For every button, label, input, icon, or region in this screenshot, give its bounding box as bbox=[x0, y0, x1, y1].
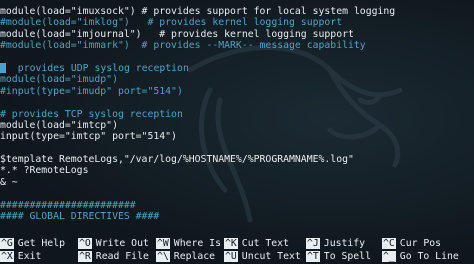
editor-line[interactable]: #input(type="imudp" port="514") bbox=[0, 86, 474, 97]
shortcut-key: ^X bbox=[0, 251, 14, 262]
editor-line[interactable]: module(load="imjournal") # provides kern… bbox=[0, 29, 474, 40]
editor-line[interactable] bbox=[0, 188, 474, 199]
shortcut-key: ^U bbox=[224, 251, 238, 262]
editor-line-text: # provides TCP syslog reception bbox=[0, 108, 183, 120]
shortcut-key: ^G bbox=[0, 238, 14, 249]
editor-line[interactable] bbox=[0, 143, 474, 154]
shortcut-label: Uncut Text bbox=[241, 251, 301, 262]
shortcut-to-spell[interactable]: ^T To Spell bbox=[306, 251, 371, 263]
editor-line[interactable] bbox=[0, 97, 474, 108]
shortcut-replace[interactable]: ^\ Replace bbox=[156, 251, 215, 263]
shortcut-key: ^O bbox=[78, 238, 92, 249]
shortcut-label: Cut Text bbox=[241, 238, 289, 249]
editor-line[interactable]: provides UDP syslog reception bbox=[0, 62, 474, 74]
text-editor[interactable]: module(load="imuxsock") # provides suppo… bbox=[0, 6, 474, 222]
shortcut-exit[interactable]: ^X Exit bbox=[0, 251, 41, 263]
shortcut-key: ^W bbox=[156, 238, 170, 249]
editor-line-text: module(load="imuxsock") # provides suppo… bbox=[0, 6, 396, 17]
shortcut-where-is[interactable]: ^W Where Is bbox=[156, 238, 221, 250]
editor-line-text: & ~ bbox=[0, 176, 18, 188]
editor-line-text: ####################### bbox=[0, 199, 136, 211]
editor-line-text: #module(load="imklog") # provides kernel… bbox=[0, 17, 343, 29]
editor-line-text: #### GLOBAL DIRECTIVES #### bbox=[0, 211, 160, 223]
shortcut-key: ^R bbox=[78, 251, 92, 262]
editor-line-text: module(load="imtcp") bbox=[0, 119, 118, 131]
shortcut-get-help[interactable]: ^G Get Help bbox=[0, 238, 65, 250]
shortcut-label: Cur Pos bbox=[399, 238, 442, 249]
editor-line[interactable]: module(load="imtcp") bbox=[0, 120, 474, 131]
editor-line[interactable]: #### GLOBAL DIRECTIVES #### bbox=[0, 211, 474, 222]
shortcut-key: ^K bbox=[224, 238, 238, 249]
editor-line[interactable]: $template RemoteLogs,"/var/log/%HOSTNAME… bbox=[0, 154, 474, 165]
editor-line-text: *.* ?RemoteLogs bbox=[0, 165, 89, 177]
shortcut-label: Justify bbox=[323, 238, 366, 249]
editor-line-text: input(type="imtcp" port="514") bbox=[0, 131, 177, 143]
editor-line-text: module(load="imjournal") # provides kern… bbox=[0, 28, 354, 40]
shortcut-cut-text[interactable]: ^K Cut Text bbox=[224, 238, 289, 250]
editor-line[interactable] bbox=[0, 52, 474, 63]
editor-line-text: #module(load="immark") # provides --MARK… bbox=[0, 40, 366, 52]
shortcut-key: ^J bbox=[306, 238, 320, 249]
shortcut-label: Where Is bbox=[173, 238, 221, 249]
editor-line[interactable]: *.* ?RemoteLogs bbox=[0, 165, 474, 176]
editor-line[interactable]: ####################### bbox=[0, 200, 474, 211]
editor-line[interactable]: module(load="imudp") bbox=[0, 74, 474, 85]
shortcut-label: Get Help bbox=[17, 238, 65, 249]
editor-line-text: provides UDP syslog reception bbox=[6, 62, 189, 74]
shortcut-cur-pos[interactable]: ^C Cur Pos bbox=[382, 238, 441, 250]
shortcut-bar: ^G Get Help ^O Write Out ^W Where Is ^K Cut Tex… bbox=[0, 238, 474, 264]
shortcut-row-1: ^G Get Help ^O Write Out ^W Where Is ^K Cut Tex… bbox=[0, 238, 474, 250]
shortcut-go-to-line[interactable]: ^_ Go To Line bbox=[382, 251, 459, 263]
shortcut-label: To Spell bbox=[323, 251, 371, 262]
editor-line-text: #input(type="imudp" port="514") bbox=[0, 85, 183, 97]
shortcut-label: Go To Line bbox=[399, 251, 459, 262]
shortcut-key: ^\ bbox=[156, 251, 170, 262]
terminal-window: module(load="imuxsock") # provides suppo… bbox=[0, 0, 474, 264]
shortcut-key: ^T bbox=[306, 251, 320, 262]
shortcut-label: Write Out bbox=[95, 238, 149, 249]
shortcut-label: Exit bbox=[17, 251, 42, 262]
shortcut-write-out[interactable]: ^O Write Out bbox=[78, 238, 149, 250]
editor-line[interactable]: #module(load="imklog") # provides kernel… bbox=[0, 17, 474, 28]
shortcut-key: ^_ bbox=[382, 251, 396, 262]
editor-line[interactable]: #module(load="immark") # provides --MARK… bbox=[0, 40, 474, 51]
shortcut-uncut-text[interactable]: ^U Uncut Text bbox=[224, 251, 301, 263]
shortcut-justify[interactable]: ^J Justify bbox=[306, 238, 365, 250]
editor-line-text: $template RemoteLogs,"/var/log/%HOSTNAME… bbox=[0, 154, 354, 166]
shortcut-read-file[interactable]: ^R Read File bbox=[78, 251, 149, 263]
editor-line[interactable]: module(load="imuxsock") # provides suppo… bbox=[0, 6, 474, 17]
editor-line-text: module(load="imudp") bbox=[0, 74, 118, 86]
shortcut-label: Read File bbox=[95, 251, 149, 262]
shortcut-row-2: ^X Exit ^R Read File ^\ Replace ^U Uncut Text ^T… bbox=[0, 251, 474, 263]
shortcut-key: ^C bbox=[382, 238, 396, 249]
editor-line[interactable]: # provides TCP syslog reception bbox=[0, 109, 474, 120]
shortcut-label: Replace bbox=[173, 251, 216, 262]
editor-line[interactable]: & ~ bbox=[0, 177, 474, 188]
editor-line[interactable]: input(type="imtcp" port="514") bbox=[0, 131, 474, 142]
